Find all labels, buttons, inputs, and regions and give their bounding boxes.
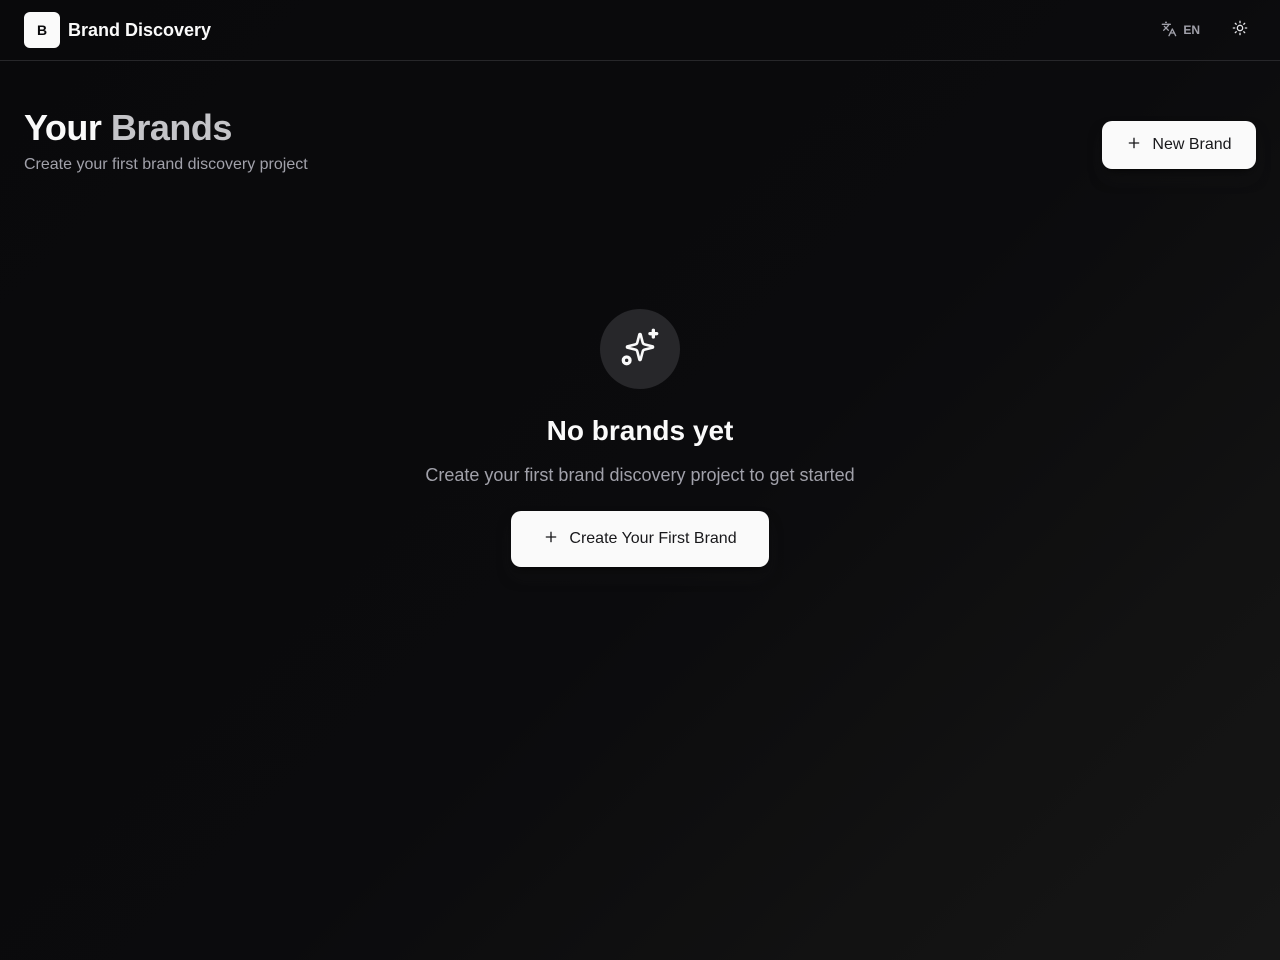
translate-icon [1161, 21, 1177, 40]
new-brand-button[interactable]: New Brand [1102, 121, 1256, 169]
create-first-brand-button[interactable]: Create Your First Brand [511, 511, 769, 567]
empty-state-title: No brands yet [546, 415, 734, 446]
app-logo[interactable]: B [24, 12, 60, 48]
theme-toggle-button[interactable] [1224, 14, 1256, 46]
language-label: EN [1183, 23, 1200, 37]
new-brand-label: New Brand [1152, 136, 1232, 153]
plus-icon [1126, 135, 1142, 156]
sparkles-icon [620, 327, 660, 372]
top-navigation-bar: B Brand Discovery EN [0, 0, 1280, 61]
empty-state-description: Create your first brand discovery projec… [425, 465, 855, 485]
app-brand[interactable]: B Brand Discovery [24, 12, 211, 48]
sun-icon [1232, 20, 1248, 41]
empty-state: No brands yet Create your first brand di… [0, 309, 1280, 567]
page-title-part2: Brands [110, 107, 233, 148]
create-first-brand-label: Create Your First Brand [569, 530, 737, 547]
page-subtitle: Create your first brand discovery projec… [24, 156, 308, 173]
language-switcher-button[interactable]: EN [1153, 14, 1208, 46]
plus-icon [543, 529, 559, 550]
empty-state-icon-container [600, 309, 680, 389]
header-actions: EN [1153, 14, 1256, 46]
app-title[interactable]: Brand Discovery [68, 20, 211, 41]
page-title-part1: Your [24, 107, 102, 148]
page-title: Your Brands [24, 104, 308, 152]
page-header: Your Brands Create your first brand disc… [24, 104, 308, 174]
